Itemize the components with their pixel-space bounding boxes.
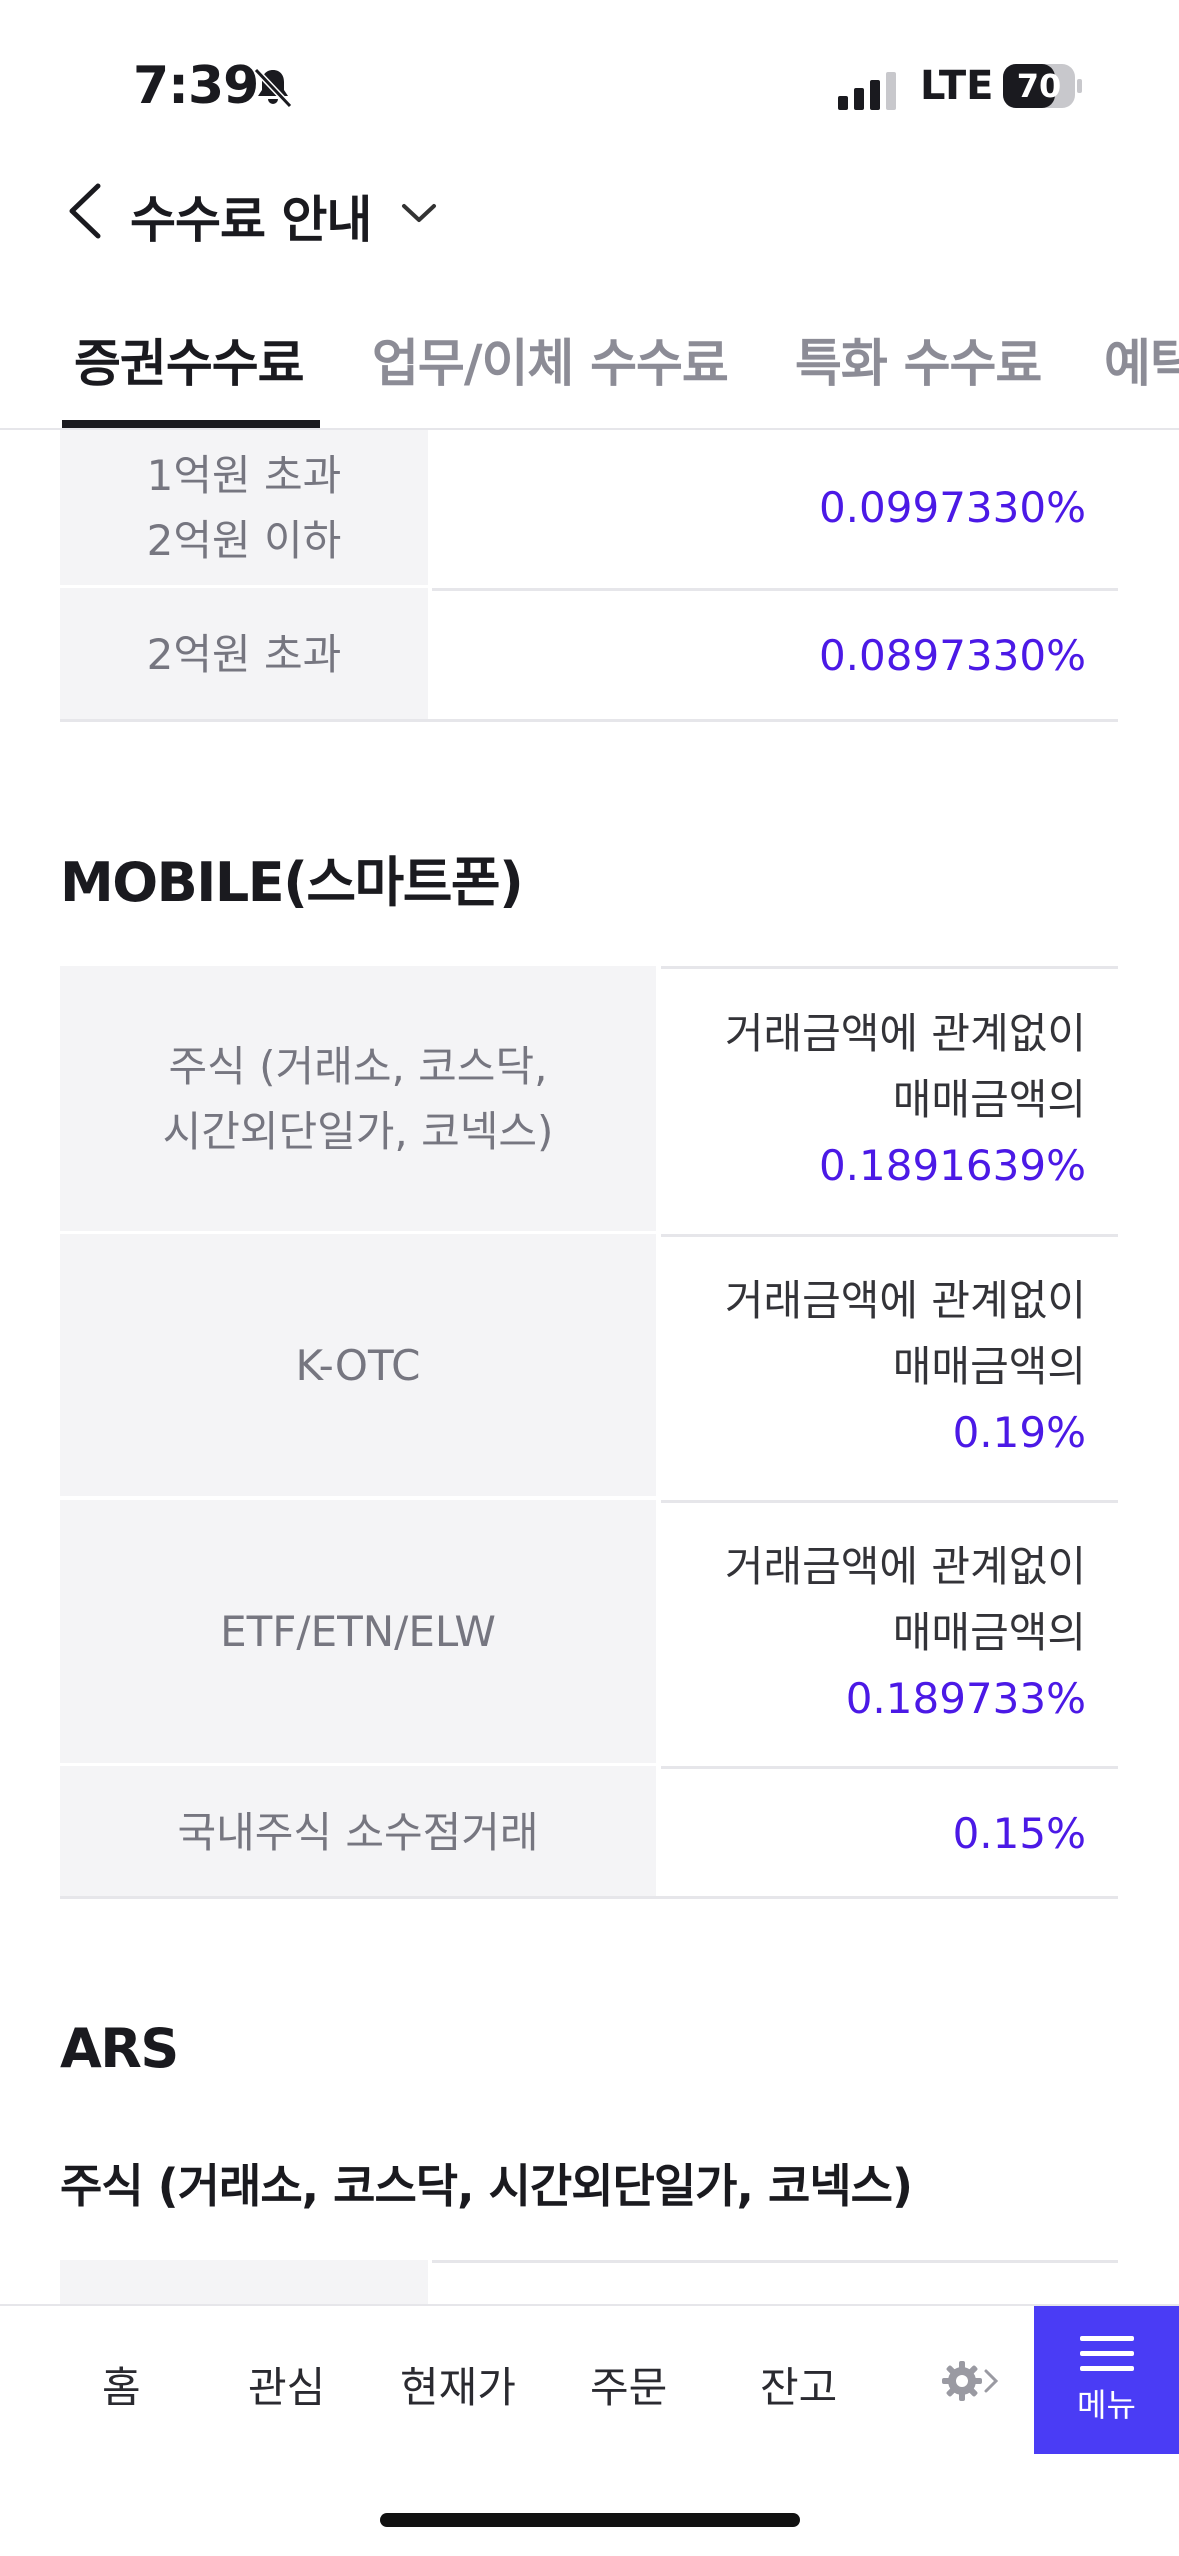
bottom-nav: 홈 관심 현재가 주문 잔고 메뉴 (0, 2304, 1179, 2454)
menu-button[interactable]: 메뉴 (1034, 2306, 1179, 2454)
tab-securities-fee[interactable]: 증권수수료 (74, 322, 305, 396)
nav-order[interactable]: 주문 (590, 2354, 667, 2415)
nav-home[interactable]: 홈 (102, 2354, 141, 2415)
section-heading-mobile: MOBILE(스마트폰) (60, 851, 524, 914)
fee-desc-line: 거래금액에 관계없이 (724, 1275, 1086, 1325)
active-tab-indicator (62, 420, 320, 428)
fee-rate-value: 0.15% (952, 1809, 1086, 1858)
fee-desc-line: 매매금액의 (892, 1075, 1086, 1124)
fee-rate-value: 0.0997330% (818, 482, 1086, 532)
gear-icon[interactable] (940, 2356, 1004, 2406)
table-divider (60, 719, 1118, 722)
row-label (60, 2260, 428, 2304)
table-divider (60, 1896, 1118, 1899)
tab-deposit[interactable]: 예탁 (1104, 322, 1179, 396)
section-heading-ars: ARS (60, 2017, 179, 2080)
fee-desc-line: 매매금액의 (892, 1341, 1086, 1391)
subsection-heading: 주식 (거래소, 코스닥, 시간외단일가, 코넥스) (60, 2159, 913, 2213)
status-time: 7:39 (133, 56, 259, 116)
table-row (60, 2260, 1118, 2304)
fee-desc-line: 거래금액에 관계없이 (724, 1542, 1086, 1591)
fee-desc-line: 거래금액에 관계없이 (724, 1009, 1086, 1058)
nav-current-price[interactable]: 현재가 (400, 2354, 516, 2415)
battery-icon: 70 (1003, 64, 1083, 108)
nav-balance[interactable]: 잔고 (760, 2354, 837, 2415)
hamburger-icon (1079, 2336, 1134, 2371)
table-row: 1억원 초과 2억원 이하 0.0997330% (60, 430, 1118, 585)
table-row: 국내주식 소수점거래 0.15% (60, 1766, 1118, 1899)
row-label: 국내주식 소수점거래 (60, 1766, 656, 1899)
status-bar: 7:39 LTE 70 (0, 0, 1179, 175)
signal-icon (838, 72, 896, 110)
fee-rate-value: 0.1891639% (818, 1141, 1086, 1190)
tab-bar: 증권수수료 업무/이체 수수료 특화 수수료 예탁 (0, 300, 1179, 430)
row-label: 2억원 초과 (60, 588, 428, 721)
page-title[interactable]: 수수료 안내 (130, 180, 372, 252)
table-row: K-OTC 거래금액에 관계없이 매매금액의 0.19% (60, 1234, 1118, 1496)
table-row: 주식 (거래소, 코스닥, 시간외단일가, 코넥스) 거래금액에 관계없이 매매… (60, 966, 1118, 1231)
network-label: LTE (920, 63, 994, 109)
table-row: 2억원 초과 0.0897330% (60, 588, 1118, 721)
fee-rate-value: 0.19% (952, 1407, 1086, 1457)
row-label: ETF/ETN/ELW (60, 1500, 656, 1763)
back-chevron-icon[interactable] (62, 180, 110, 242)
row-label: K-OTC (60, 1234, 656, 1496)
fee-desc-line: 매매금액의 (892, 1608, 1086, 1657)
fee-rate-value: 0.189733% (845, 1674, 1086, 1723)
tab-special-fee[interactable]: 특화 수수료 (795, 322, 1042, 396)
nav-watchlist[interactable]: 관심 (248, 2354, 325, 2415)
tab-business-transfer-fee[interactable]: 업무/이체 수수료 (372, 322, 729, 396)
battery-level: 70 (1016, 67, 1062, 105)
table-row: ETF/ETN/ELW 거래금액에 관계없이 매매금액의 0.189733% (60, 1500, 1118, 1763)
row-label: 주식 (거래소, 코스닥, 시간외단일가, 코넥스) (60, 966, 656, 1231)
fee-rate-value: 0.0897330% (818, 631, 1086, 680)
row-label: 1억원 초과 2억원 이하 (60, 430, 428, 585)
home-indicator (380, 2513, 800, 2527)
chevron-down-icon[interactable] (398, 198, 440, 228)
menu-label: 메뉴 (1077, 2386, 1136, 2424)
bell-slash-icon (253, 67, 293, 109)
